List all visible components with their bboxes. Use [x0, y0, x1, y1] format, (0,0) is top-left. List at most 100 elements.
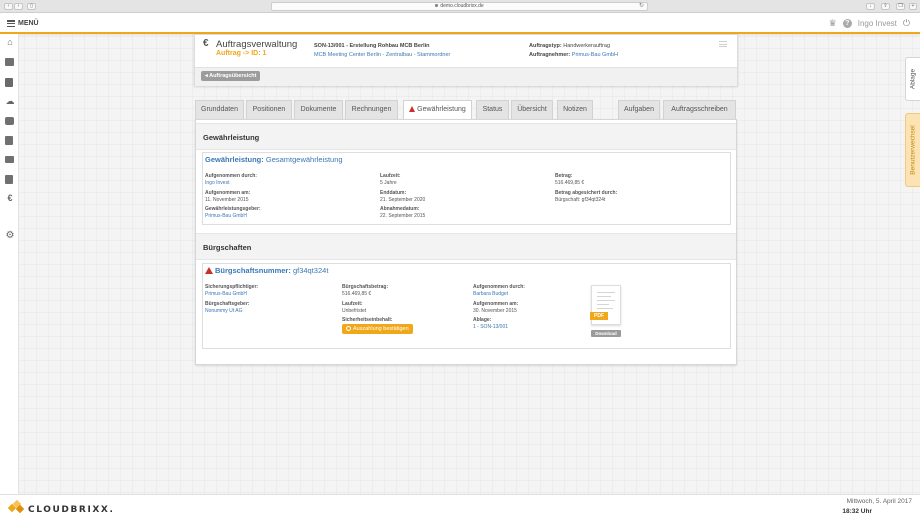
book-icon[interactable]: [5, 175, 13, 184]
logo-text: CLOUDBRIXX.: [28, 504, 115, 515]
download-button[interactable]: Download: [591, 330, 621, 337]
image-icon[interactable]: [5, 156, 14, 163]
user-switch-side-tab-label: Benutzerwechsel: [909, 125, 917, 175]
field-value[interactable]: Barbara Budget: [473, 291, 525, 298]
download-icon[interactable]: ↓: [866, 3, 875, 10]
url-text: demo.cloudbrixx.de: [440, 3, 484, 9]
settings-icon[interactable]: ⚙: [5, 231, 15, 241]
tab-grunddaten[interactable]: Grunddaten: [195, 100, 244, 119]
browser-toolbar: ‹ › ▯ demo.cloudbrixx.de ↻ ↓ ⇧ ❐ +: [0, 0, 920, 13]
tab-label: Auftragsschreiben: [671, 106, 728, 113]
warranty-duration: Laufzeit: 5 Jahre: [380, 173, 401, 187]
field-value: Bürgschaft: gf34qt324t: [555, 197, 606, 203]
menu-label: MENÜ: [18, 20, 39, 27]
field-value: 11. November 2015: [205, 197, 249, 203]
guarantee-storage: Ablage: 1 - SON-13/001: [473, 317, 508, 331]
field-label: Enddatum:: [380, 190, 407, 196]
guarantee-retention: Sicherheitseinbehalt:: [342, 317, 393, 324]
field-value: 21. September 2020: [380, 197, 426, 203]
warning-icon: [409, 106, 416, 112]
field-label: Bürgschaftsgeber:: [205, 301, 250, 307]
logo-mark-icon: [7, 499, 25, 514]
guarantee-number-value: gf34qt324t: [292, 266, 329, 275]
field-value: 22. September 2015: [380, 213, 426, 219]
field-value[interactable]: Primus-Bau GmbH: [205, 213, 261, 220]
help-icon[interactable]: ?: [842, 18, 852, 28]
guarantee-giver: Bürgschaftsgeber: Nonummy Ut AG: [205, 301, 249, 315]
field-value[interactable]: 1 - SON-13/001: [473, 324, 508, 331]
power-icon[interactable]: ⏻: [903, 18, 910, 29]
field-value[interactable]: Primus-Bau GmbH: [205, 291, 258, 298]
camera-icon[interactable]: [5, 117, 14, 125]
check-circle-icon: [346, 326, 351, 331]
tab-dokumente[interactable]: Dokumente: [294, 100, 343, 119]
field-value: 5 Jahre: [380, 180, 397, 186]
field-label: Abnahmedatum:: [380, 206, 420, 212]
field-label: Aufgenommen am:: [205, 190, 251, 196]
field-label: Aufgenommen durch:: [473, 284, 525, 290]
warranty-type-value: Gesamtgewährleistung: [265, 155, 343, 164]
reload-icon[interactable]: ↻: [639, 3, 644, 10]
order-overview-label: Auftragsübersicht: [209, 73, 257, 79]
tab-auftragsschreiben[interactable]: Auftragsschreiben: [663, 100, 736, 119]
user-name[interactable]: Ingo Invest: [858, 19, 897, 28]
tab-label: Notizen: [563, 106, 587, 113]
document-icon[interactable]: [5, 136, 13, 145]
order-header-card: € Auftragsverwaltung Auftrag -> ID: 1 SO…: [194, 34, 738, 86]
order-location-link[interactable]: MCB Meeting Center Berlin - Zentralbau -…: [314, 52, 450, 58]
menu-button[interactable]: MENÜ: [7, 18, 39, 29]
home-icon[interactable]: ⌂: [5, 38, 15, 47]
card-menu-icon[interactable]: [719, 41, 727, 47]
cloudbrixx-logo[interactable]: CLOUDBRIXX.: [7, 499, 115, 515]
forward-nav-icon[interactable]: ›: [14, 3, 23, 10]
field-label: Laufzeit:: [380, 173, 401, 179]
warranty-provider: Gewährleistungsgeber: Primus-Bau GmbH: [205, 206, 261, 220]
storage-side-tab[interactable]: Ablage: [905, 57, 920, 101]
field-label: Sicherheitseinbehalt:: [342, 317, 393, 323]
tab-rechnungen[interactable]: Rechnungen: [345, 100, 398, 119]
field-value: 516.469,85 €: [342, 291, 372, 297]
tab-positionen[interactable]: Positionen: [246, 100, 292, 119]
field-label: Bürgschaftsbetrag:: [342, 284, 389, 290]
order-id: Auftrag -> ID: 1: [216, 50, 267, 57]
order-number: SON-13/001 - Erstellung Rohbau MCB Berli…: [314, 43, 430, 49]
sidebar-toggle-icon[interactable]: ▯: [27, 3, 36, 10]
field-value[interactable]: Ingo Invest: [205, 180, 257, 187]
page-title: Auftragsverwaltung: [216, 39, 298, 50]
tabs-icon[interactable]: ❐: [896, 3, 905, 10]
address-bar[interactable]: demo.cloudbrixx.de ↻: [271, 2, 648, 11]
tab-notizen[interactable]: Notizen: [557, 100, 593, 119]
field-label: Laufzeit:: [342, 301, 363, 307]
share-icon[interactable]: ⇧: [881, 3, 890, 10]
back-nav-icon[interactable]: ‹: [4, 3, 13, 10]
euro-icon[interactable]: €: [5, 194, 15, 203]
field-label: Gewährleistungsgeber:: [205, 206, 261, 212]
tab-aufgaben[interactable]: Aufgaben: [618, 100, 660, 119]
euro-icon: €: [203, 38, 209, 49]
order-overview-button[interactable]: ◂ Auftragsübersicht: [201, 71, 261, 81]
confirm-payout-button[interactable]: Auszahlung bestätigen: [342, 324, 413, 334]
field-label: Aufgenommen durch:: [205, 173, 257, 179]
field-value: 30. November 2015: [473, 308, 517, 314]
field-value[interactable]: Nonummy Ut AG: [205, 308, 249, 315]
hamburger-icon: [7, 20, 15, 27]
buildings-icon[interactable]: [5, 78, 13, 87]
tab-gewaehrleistung[interactable]: Gewährleistung: [403, 100, 472, 120]
pdf-document-icon[interactable]: PDF: [590, 285, 621, 325]
trophy-icon[interactable]: ♛: [829, 18, 837, 29]
footer-date: Mittwoch, 5. April 2017: [846, 498, 912, 505]
user-switch-side-tab[interactable]: Benutzerwechsel: [905, 113, 920, 187]
warning-icon: [205, 267, 213, 274]
tab-uebersicht[interactable]: Übersicht: [511, 100, 553, 119]
field-label: Betrag:: [555, 173, 573, 179]
warranty-recorded-by: Aufgenommen durch: Ingo Invest: [205, 173, 257, 187]
dashboard-icon[interactable]: [5, 58, 14, 66]
tab-label: Status: [482, 106, 503, 113]
order-info: SON-13/001 - Erstellung Rohbau MCB Berli…: [314, 42, 450, 60]
warranty-recorded-on: Aufgenommen am: 11. November 2015: [205, 190, 250, 204]
new-tab-icon[interactable]: +: [909, 3, 917, 10]
tab-status[interactable]: Status: [476, 100, 509, 119]
handshake-icon[interactable]: ☁: [5, 97, 15, 106]
warranty-box-title: Gewährleistung: Gesamtgewährleistung: [205, 155, 343, 164]
contractor-link[interactable]: Primus-Bau GmbH: [572, 52, 618, 58]
